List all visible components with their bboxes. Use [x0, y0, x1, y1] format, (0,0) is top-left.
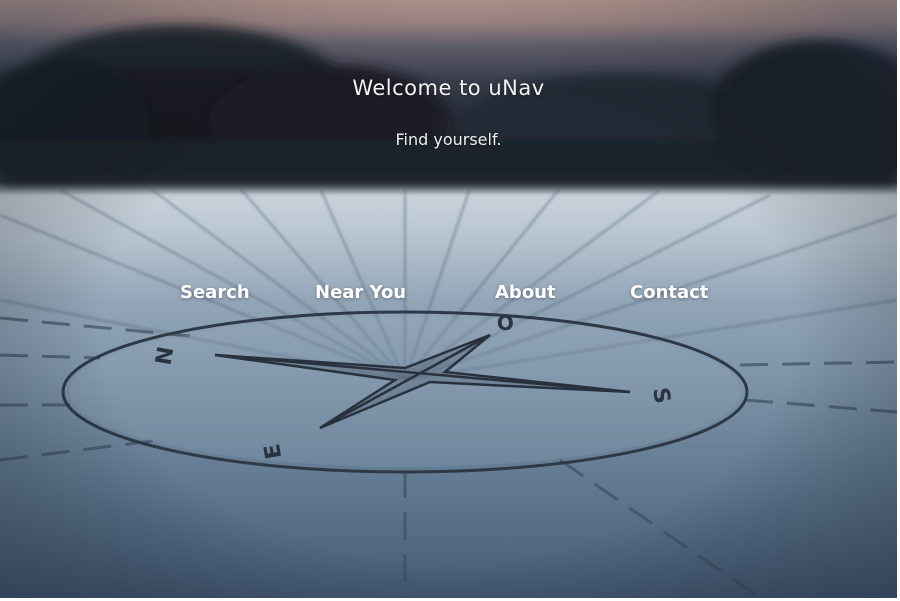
nav-link-contact[interactable]: Contact: [630, 282, 708, 303]
nav-link-near-you[interactable]: Near You: [315, 282, 406, 303]
nav-link-search[interactable]: Search: [180, 282, 250, 303]
hero-background-image: N O S E Welcome to uNav Find yourself. S…: [0, 0, 897, 598]
page: N O S E Welcome to uNav Find yourself. S…: [0, 0, 900, 601]
page-title: Welcome to uNav: [352, 76, 545, 100]
nav-link-about[interactable]: About: [495, 282, 556, 303]
tagline: Find yourself.: [395, 130, 502, 149]
